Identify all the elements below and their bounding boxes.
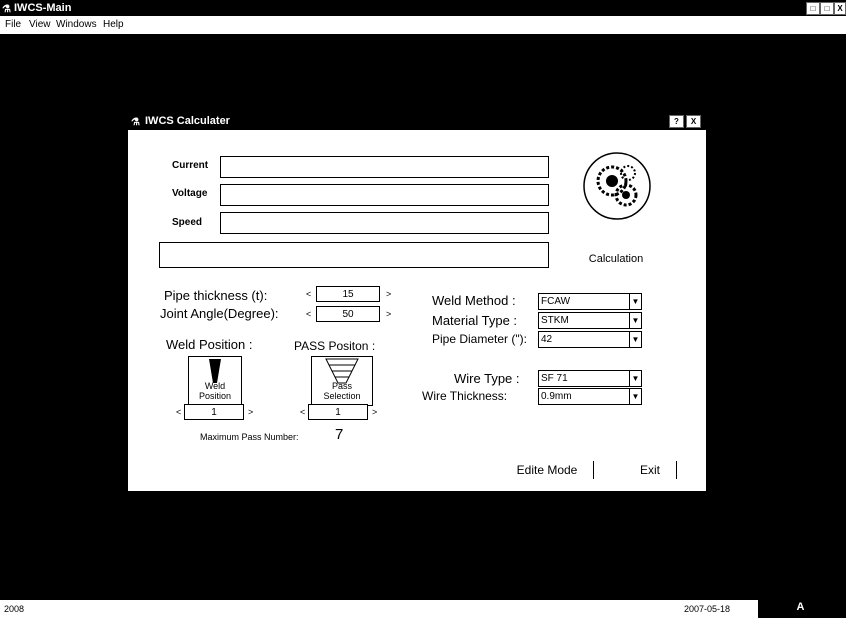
pipe-diameter-select[interactable]: 42 ▼	[538, 331, 642, 348]
chevron-down-icon[interactable]: ▼	[629, 313, 641, 328]
calculation-button[interactable]: Calculation	[576, 250, 656, 268]
joint-angle-label: Joint Angle(Degree):	[160, 306, 279, 321]
weld-method-select[interactable]: FCAW ▼	[538, 293, 642, 310]
wire-type-value: SF 71	[541, 373, 568, 384]
spin-right-icon[interactable]: >	[386, 286, 391, 302]
close-main-button[interactable]: X	[834, 2, 846, 15]
wire-thickness-value: 0.9mm	[541, 391, 572, 402]
speed-field[interactable]	[220, 212, 549, 234]
pass-position-label: PASS Positon :	[294, 339, 376, 353]
spin-left-icon[interactable]: <	[176, 404, 181, 420]
pipe-thickness-label: Pipe thickness (t):	[164, 288, 268, 303]
weld-position-spinner[interactable]: < 1 >	[176, 404, 260, 420]
tray-text: A	[796, 601, 808, 613]
spin-left-icon[interactable]: <	[306, 286, 311, 302]
close-dialog-button[interactable]: X	[686, 115, 701, 128]
wire-thickness-select[interactable]: 0.9mm ▼	[538, 388, 642, 405]
speed-label: Speed	[172, 217, 203, 228]
status-bar: 2008 2007-05-18	[0, 600, 846, 618]
wire-type-label: Wire Type :	[454, 371, 520, 386]
menu-windows[interactable]: Windows	[56, 16, 97, 34]
weld-method-label: Weld Method :	[432, 293, 516, 308]
spin-left-icon[interactable]: <	[300, 404, 305, 420]
chevron-down-icon[interactable]: ▼	[629, 294, 641, 309]
pipe-diameter-value: 42	[541, 334, 553, 345]
weld-position-label: Weld Position :	[166, 337, 253, 352]
main-title-bar: ⚗ IWCS-Main □ □ X	[0, 0, 846, 16]
pass-selection-value[interactable]: 1	[308, 404, 368, 420]
max-pass-label: Maximum Pass Number:	[200, 432, 299, 442]
joint-angle-value[interactable]: 50	[316, 306, 380, 322]
pass-selection-icon-label: Pass Selection	[323, 381, 361, 401]
calculator-dialog: ⚗ IWCS Calculater ? X Current Voltage Sp…	[128, 113, 706, 491]
menu-view[interactable]: View	[29, 16, 51, 34]
chevron-down-icon[interactable]: ▼	[629, 371, 641, 386]
voltage-label: Voltage	[172, 188, 208, 199]
spin-left-icon[interactable]: <	[306, 306, 311, 322]
weld-position-icon-box[interactable]: Weld Position	[188, 356, 242, 406]
dialog-title-bar: ⚗ IWCS Calculater ? X	[128, 113, 706, 130]
status-left-text: 2008	[4, 604, 25, 614]
max-pass-value: 7	[335, 426, 344, 443]
maximize-button[interactable]: □	[820, 2, 834, 15]
chevron-down-icon[interactable]: ▼	[629, 389, 641, 404]
weld-position-icon-label: Weld Position	[198, 381, 232, 401]
pass-selection-icon-box[interactable]: Pass Selection	[311, 356, 373, 406]
material-type-value: STKM	[541, 315, 569, 326]
menu-bar: File View Windows Help	[0, 16, 846, 34]
pipe-thickness-spinner[interactable]: < 15 >	[306, 286, 398, 302]
current-field[interactable]	[220, 156, 549, 178]
help-button[interactable]: ?	[669, 115, 684, 128]
system-tray[interactable]: A	[758, 596, 846, 618]
current-label: Current	[172, 160, 209, 171]
material-type-label: Material Type :	[432, 313, 518, 328]
main-window-title: IWCS-Main	[14, 2, 72, 14]
menu-help[interactable]: Help	[103, 16, 124, 34]
dialog-icon: ⚗	[131, 117, 140, 128]
joint-angle-spinner[interactable]: < 50 >	[306, 306, 398, 322]
result-field	[159, 242, 549, 268]
menu-file[interactable]: File	[5, 16, 21, 34]
weld-method-value: FCAW	[541, 296, 571, 307]
pipe-thickness-value[interactable]: 15	[316, 286, 380, 302]
gear-logo-icon	[583, 152, 651, 220]
spin-right-icon[interactable]: >	[386, 306, 391, 322]
exit-button[interactable]: Exit	[624, 461, 677, 479]
material-type-select[interactable]: STKM ▼	[538, 312, 642, 329]
edit-mode-button[interactable]: Edite Mode	[501, 461, 594, 479]
spin-right-icon[interactable]: >	[248, 404, 253, 420]
weld-position-value[interactable]: 1	[184, 404, 244, 420]
dialog-title: IWCS Calculater	[145, 115, 230, 127]
voltage-field[interactable]	[220, 184, 549, 206]
minimize-button[interactable]: □	[806, 2, 820, 15]
pipe-diameter-label: Pipe Diameter ("):	[432, 332, 527, 346]
status-date: 2007-05-18	[684, 604, 731, 614]
spin-right-icon[interactable]: >	[372, 404, 377, 420]
pass-selection-spinner[interactable]: < 1 >	[300, 404, 384, 420]
chevron-down-icon[interactable]: ▼	[629, 332, 641, 347]
wire-type-select[interactable]: SF 71 ▼	[538, 370, 642, 387]
wire-thickness-label: Wire Thickness:	[422, 389, 508, 403]
